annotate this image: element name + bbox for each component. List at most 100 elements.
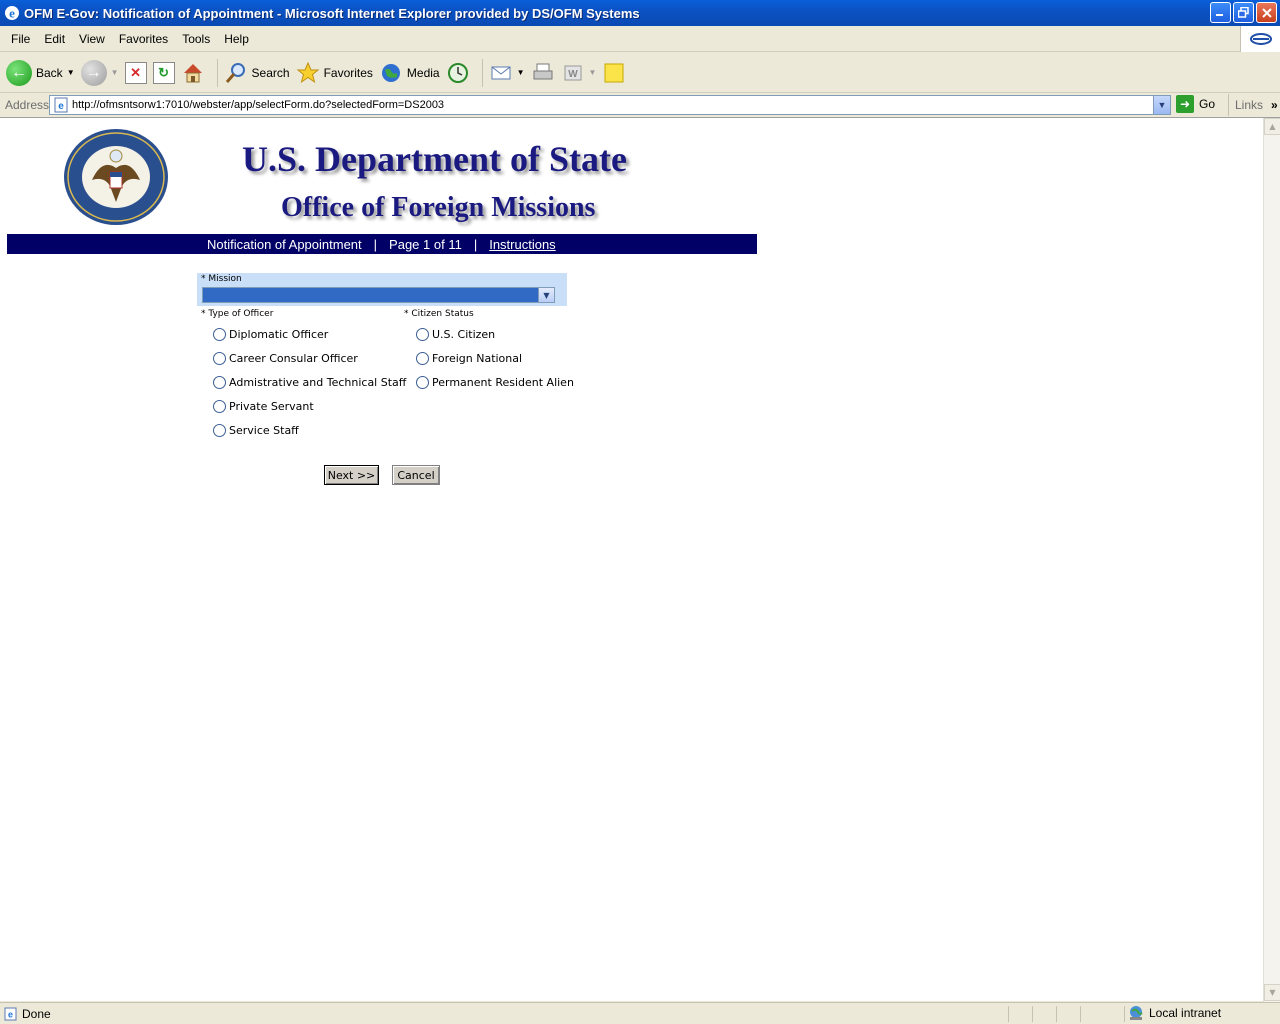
radio-service-staff[interactable]: Service Staff	[213, 424, 299, 437]
stop-button[interactable]: ✕	[124, 61, 147, 84]
ie-logo-icon: e	[5, 6, 19, 21]
close-button[interactable]	[1256, 2, 1277, 23]
menu-help[interactable]: Help	[217, 32, 256, 46]
svg-text:W: W	[568, 69, 578, 80]
print-button[interactable]	[531, 61, 555, 85]
search-label: Search	[251, 65, 290, 80]
star-icon	[296, 61, 319, 83]
status-divider	[1124, 1006, 1125, 1022]
restore-icon	[1238, 7, 1249, 18]
status-divider	[1056, 1006, 1057, 1022]
radio-button[interactable]	[213, 352, 226, 365]
instructions-link[interactable]: Instructions	[489, 237, 555, 252]
status-divider	[1032, 1006, 1033, 1022]
status-divider	[1080, 1006, 1081, 1022]
forward-button[interactable]: → ▼	[80, 59, 119, 86]
radio-administrative-technical-staff[interactable]: Admistrative and Technical Staff	[213, 376, 406, 389]
title-bar: e OFM E-Gov: Notification of Appointment…	[0, 0, 1280, 26]
scroll-down-icon[interactable]: ▼	[1264, 984, 1280, 1001]
favorites-label: Favorites	[323, 65, 373, 80]
links-button[interactable]: Links »	[1228, 94, 1278, 116]
toolbar-separator	[481, 58, 483, 87]
toolbar-separator	[216, 58, 218, 87]
radio-label: Foreign National	[432, 352, 523, 365]
vertical-scrollbar[interactable]: ▲ ▼	[1263, 118, 1280, 1002]
chevron-down-icon[interactable]: ▼	[538, 288, 554, 302]
radio-button[interactable]	[213, 424, 226, 437]
home-icon	[183, 63, 202, 82]
status-text: Done	[22, 1006, 51, 1021]
radio-label: Career Consular Officer	[229, 352, 358, 365]
media-globe-icon	[381, 63, 400, 82]
radio-label: Admistrative and Technical Staff	[229, 376, 407, 389]
back-arrow-icon: ←	[6, 59, 32, 86]
radio-private-servant[interactable]: Private Servant	[213, 400, 314, 413]
dropdown-arrow-icon[interactable]: ▼	[67, 68, 75, 77]
radio-foreign-national[interactable]: Foreign National	[416, 352, 522, 365]
back-label: Back	[36, 65, 63, 80]
radio-button[interactable]	[416, 328, 429, 341]
maximize-button[interactable]	[1233, 2, 1254, 23]
radio-label: U.S. Citizen	[432, 328, 496, 341]
radio-label: Service Staff	[229, 424, 299, 437]
menu-tools[interactable]: Tools	[175, 32, 217, 46]
word-edit-icon: W	[564, 65, 582, 80]
radio-permanent-resident-alien[interactable]: Permanent Resident Alien	[416, 376, 574, 389]
windows-logo-icon	[1240, 26, 1280, 52]
search-button[interactable]: Search	[224, 61, 290, 85]
radio-button[interactable]	[213, 328, 226, 341]
media-button[interactable]: Media	[379, 61, 440, 85]
menu-view[interactable]: View	[72, 32, 112, 46]
page-viewport: U.S. Department of State Office of Forei…	[0, 117, 1280, 1002]
menu-favorites[interactable]: Favorites	[112, 32, 175, 46]
next-button[interactable]: Next >>	[324, 465, 379, 485]
menu-edit[interactable]: Edit	[37, 32, 72, 46]
favorites-button[interactable]: Favorites	[296, 61, 373, 85]
dropdown-arrow-icon[interactable]: ▼	[517, 68, 525, 77]
page-icon: e	[54, 97, 68, 113]
refresh-button[interactable]: ↻	[152, 61, 175, 84]
radio-button[interactable]	[416, 376, 429, 389]
address-url: http://ofmsntsorw1:7010/webster/app/sele…	[72, 99, 445, 111]
go-button[interactable]: ➜ Go	[1176, 95, 1215, 113]
edit-button[interactable]: W ▼	[561, 61, 597, 85]
media-label: Media	[406, 65, 440, 80]
cancel-button[interactable]: Cancel	[392, 465, 440, 485]
address-label: Address	[5, 98, 50, 112]
go-label: Go	[1199, 97, 1216, 111]
svg-text:e: e	[8, 1009, 13, 1019]
scroll-up-icon[interactable]: ▲	[1264, 118, 1280, 135]
mission-select[interactable]: ▼	[202, 287, 555, 303]
radio-button[interactable]	[213, 376, 226, 389]
page-nav-band: Notification of Appointment | Page 1 of …	[7, 234, 757, 254]
stop-icon: ✕	[124, 61, 147, 84]
status-divider	[1008, 1006, 1009, 1022]
history-button[interactable]	[446, 61, 470, 85]
print-icon	[533, 63, 553, 79]
nav-separator: |	[473, 236, 478, 252]
messenger-button[interactable]	[602, 61, 626, 85]
address-input[interactable]: e http://ofmsntsorw1:7010/webster/app/se…	[49, 95, 1171, 115]
menu-file[interactable]: File	[4, 32, 37, 46]
dropdown-arrow-icon[interactable]: ▼	[589, 68, 597, 77]
radio-career-consular-officer[interactable]: Career Consular Officer	[213, 352, 358, 365]
radio-diplomatic-officer[interactable]: Diplomatic Officer	[213, 328, 328, 341]
security-zone: Local intranet	[1128, 1005, 1221, 1021]
minimize-button[interactable]	[1210, 2, 1231, 23]
radio-us-citizen[interactable]: U.S. Citizen	[416, 328, 495, 341]
office-heading: Office of Foreign Missions	[281, 192, 596, 223]
go-arrow-icon: ➜	[1176, 95, 1194, 113]
department-seal-logo	[64, 129, 168, 225]
zone-label: Local intranet	[1149, 1006, 1222, 1020]
status-bar: e Done Local intranet	[0, 1002, 1280, 1024]
radio-button[interactable]	[416, 352, 429, 365]
radio-button[interactable]	[213, 400, 226, 413]
back-button[interactable]: ← Back ▼	[6, 59, 75, 86]
mail-button[interactable]: ▼	[489, 61, 525, 85]
dropdown-arrow-icon[interactable]: ▼	[111, 68, 119, 77]
home-button[interactable]	[181, 61, 205, 85]
address-dropdown-icon[interactable]: ▼	[1153, 96, 1170, 114]
history-icon	[447, 62, 468, 83]
svg-text:e: e	[9, 6, 15, 21]
radio-label: Diplomatic Officer	[229, 328, 329, 341]
